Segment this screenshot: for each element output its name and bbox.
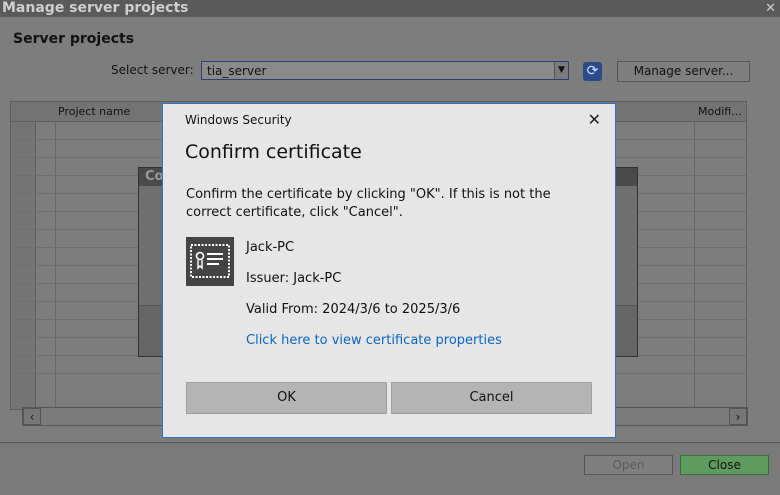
dialog-caption: Windows Security — [185, 113, 292, 127]
selector-column — [35, 102, 56, 409]
certificate-validity: Valid From: 2024/3/6 to 2025/3/6 — [246, 302, 461, 317]
select-server-label: Select server: — [111, 63, 194, 77]
window-title-bar: Manage server projects ✕ — [0, 0, 780, 17]
server-select[interactable]: tia_server ▼ — [201, 61, 569, 80]
server-select-value: tia_server — [207, 64, 267, 78]
certificate-icon — [186, 237, 234, 286]
ok-button[interactable]: OK — [186, 382, 387, 414]
dialog-title: Confirm certificate — [185, 141, 362, 163]
manage-server-button[interactable]: Manage server... — [617, 61, 750, 82]
window-title: Manage server projects — [2, 0, 189, 16]
close-button[interactable]: Close — [680, 455, 769, 475]
row-header-column — [11, 102, 36, 409]
close-icon[interactable]: ✕ — [588, 110, 601, 129]
view-certificate-properties-link[interactable]: Click here to view certificate propertie… — [246, 333, 502, 348]
open-button[interactable]: Open — [584, 455, 673, 475]
column-separator — [694, 102, 695, 409]
refresh-icon[interactable]: ⟳ — [583, 62, 602, 81]
cancel-button[interactable]: Cancel — [391, 382, 592, 414]
chevron-down-icon[interactable]: ▼ — [554, 62, 568, 79]
confirm-certificate-dialog: Windows Security ✕ Confirm certificate C… — [162, 103, 616, 438]
column-project-name[interactable]: Project name — [58, 105, 130, 118]
close-icon[interactable]: ✕ — [765, 0, 776, 17]
certificate-issuer: Issuer: Jack-PC — [246, 271, 342, 286]
column-modified[interactable]: Modifi... — [698, 105, 742, 118]
dialog-message: Confirm the certificate by clicking "OK"… — [186, 187, 551, 220]
page-title: Server projects — [13, 31, 135, 47]
scroll-right-icon[interactable]: › — [729, 408, 747, 425]
scroll-left-icon[interactable]: ‹ — [23, 408, 41, 425]
certificate-name: Jack-PC — [246, 240, 295, 255]
